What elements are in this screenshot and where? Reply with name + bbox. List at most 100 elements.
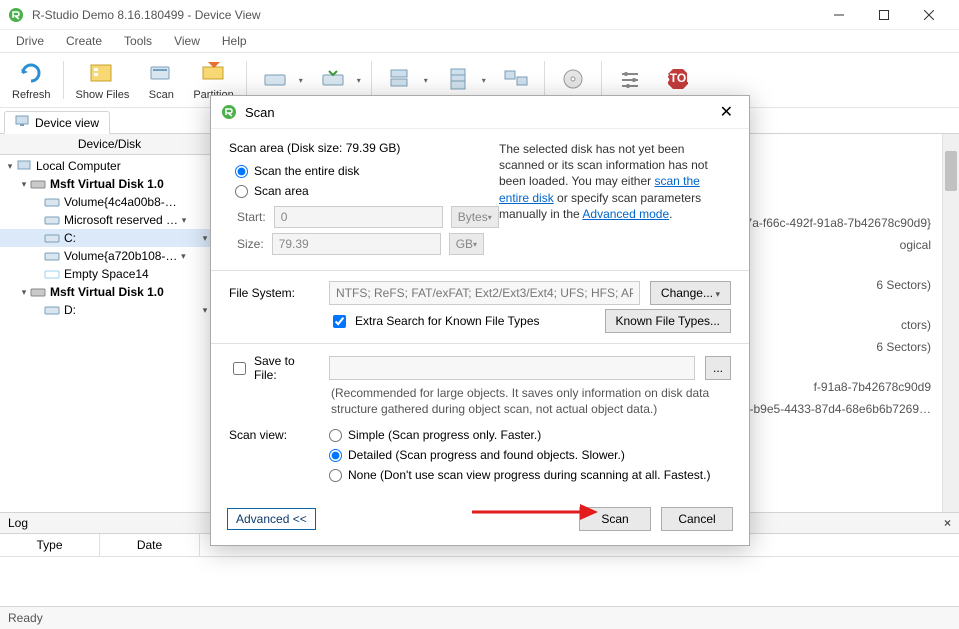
menubar: Drive Create Tools View Help [0,30,959,52]
dialog-titlebar: Scan ✕ [211,96,749,129]
menu-create[interactable]: Create [56,32,112,50]
save-to-file-checkbox[interactable]: Save to File: [229,354,319,382]
save-recommendation: (Recommended for large objects. It saves… [331,386,731,417]
maximize-button[interactable] [861,0,906,29]
tree-disk-1[interactable]: ▾Msft Virtual Disk 1.0 [0,175,219,193]
log-col-date[interactable]: Date [100,534,200,556]
browse-file-button[interactable]: ... [705,356,731,380]
file-system-label: File System: [229,286,319,300]
extra-search-row: Extra Search for Known File Types Known … [229,309,731,333]
start-unit-dropdown: Bytes▾ [451,206,499,228]
statusbar: Ready [0,606,959,629]
size-label: Size: [237,237,264,251]
size-row: Size: GB▾ [237,233,474,255]
size-input [272,233,441,255]
scan-label: Scan [149,89,174,101]
radio-scan-area[interactable]: Scan area [229,181,474,201]
tree-ms-reserved[interactable]: Microsoft reserved …▾ [0,211,219,229]
volume-icon [44,303,60,317]
scan-action-button[interactable]: Scan [579,507,651,531]
menu-drive[interactable]: Drive [6,32,54,50]
volume-icon [44,213,60,227]
dialog-app-icon [221,104,237,120]
menu-view[interactable]: View [164,32,210,50]
dialog-title: Scan [245,105,714,120]
detail-scrollbar[interactable] [942,134,959,512]
drive-arrow-icon [319,65,347,93]
advanced-mode-link[interactable]: Advanced mode [582,207,669,221]
volume-icon [44,249,60,263]
tree-volume-1[interactable]: Volume{4c4a00b8-… [0,193,219,211]
radio-sv-none[interactable]: None (Don't use scan view progress durin… [329,465,731,485]
hdd-icon [30,177,46,191]
empty-space-icon [44,267,60,281]
log-close-button[interactable]: × [944,516,951,530]
scan-view-label: Scan view: [229,425,319,442]
file-system-input [329,281,640,305]
scan-icon [147,59,175,87]
change-fs-button[interactable]: Change... [650,281,731,305]
advanced-toggle-button[interactable]: Advanced << [227,508,316,530]
scan-info-text: The selected disk has not yet been scann… [499,141,731,222]
dialog-footer: Advanced << Scan Cancel [211,497,749,545]
known-file-types-button[interactable]: Known File Types... [605,309,732,333]
tree-empty-space[interactable]: Empty Space14 [0,265,219,283]
radio-scan-entire[interactable]: Scan the entire disk [229,161,474,181]
svg-text:STOP: STOP [664,71,692,85]
monitor-icon [16,159,32,173]
tab-label: Device view [35,116,99,130]
tree-disk-2[interactable]: ▾Msft Virtual Disk 1.0 [0,283,219,301]
refresh-icon [17,59,45,87]
tree-volume-2[interactable]: Volume{a720b108-…▾ [0,247,219,265]
tab-device-view[interactable]: Device view [4,111,110,134]
scan-view-row: Scan view: Simple (Scan progress only. F… [229,425,731,485]
save-file-row: Save to File: ... [229,354,731,382]
size-unit-dropdown: GB▾ [449,233,484,255]
status-text: Ready [8,611,43,625]
tree-header: Device/Disk [0,134,219,155]
close-button[interactable] [906,0,951,29]
dialog-close-button[interactable]: ✕ [714,102,739,122]
stop-icon: STOP [664,65,692,93]
start-label: Start: [237,210,266,224]
scan-button[interactable]: Scan [137,55,185,105]
minimize-button[interactable] [816,0,861,29]
sliders-icon [616,65,644,93]
tree-local-computer[interactable]: ▾Local Computer [0,157,219,175]
radio-sv-detailed[interactable]: Detailed (Scan progress and found object… [329,445,731,465]
scan-area-group-label: Scan area (Disk size: 79.39 GB) [229,141,474,155]
file-system-row: File System: Change... [229,281,731,305]
volume-icon [44,195,60,209]
refresh-label: Refresh [12,89,51,101]
disc-icon [559,65,587,93]
menu-tools[interactable]: Tools [114,32,162,50]
partition-icon [200,59,228,87]
app-icon [8,7,24,23]
cancel-button[interactable]: Cancel [661,507,733,531]
menu-help[interactable]: Help [212,32,257,50]
drive-icon [261,65,289,93]
tree-drive-c[interactable]: C:▾ [0,229,219,247]
show-files-icon [88,59,116,87]
refresh-button[interactable]: Refresh [4,55,59,105]
tab-icon [15,115,29,130]
tree-drive-d[interactable]: D:▾ [0,301,219,319]
hdd-icon [30,285,46,299]
volume-icon [44,231,60,245]
raid-icon [444,65,472,93]
show-files-button[interactable]: Show Files [68,55,138,105]
drives-stack-icon [386,65,414,93]
save-file-input[interactable] [329,356,695,380]
tree-body[interactable]: ▾Local Computer ▾Msft Virtual Disk 1.0 V… [0,155,219,512]
tree-panel: Device/Disk ▾Local Computer ▾Msft Virtua… [0,134,220,512]
titlebar: R-Studio Demo 8.16.180499 - Device View [0,0,959,30]
window-title: R-Studio Demo 8.16.180499 - Device View [32,8,816,22]
radio-sv-simple[interactable]: Simple (Scan progress only. Faster.) [329,425,731,445]
start-input [274,206,443,228]
network-icon [502,65,530,93]
start-row: Start: Bytes▾ [237,206,474,228]
log-col-type[interactable]: Type [0,534,100,556]
show-files-label: Show Files [76,89,130,101]
window-buttons [816,0,951,29]
extra-search-checkbox[interactable]: Extra Search for Known File Types [329,312,595,331]
